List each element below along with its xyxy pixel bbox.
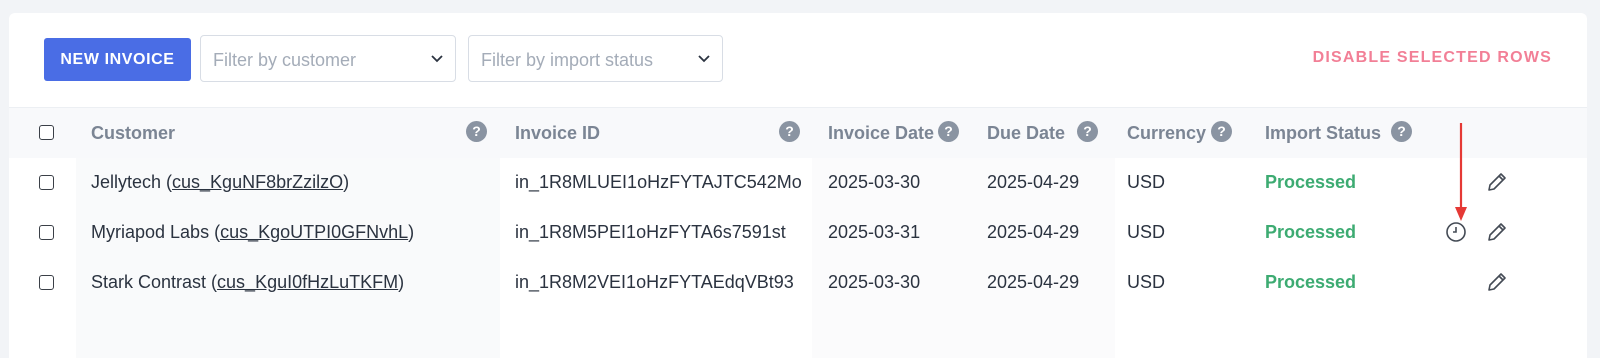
disable-selected-rows-button[interactable]: DISABLE SELECTED ROWS (1313, 49, 1552, 67)
table-row (9, 308, 1587, 358)
due-date-cell: 2025-04-29 (987, 272, 1080, 292)
invoice-id-cell: in_1R8M2VEI1oHzFYTAEdqVBt93 (515, 272, 794, 292)
table-row: Stark Contrast (cus_KguI0fHzLuTKFM) in_1… (9, 258, 1587, 309)
currency-cell: USD (1127, 272, 1166, 292)
currency-cell: USD (1127, 222, 1166, 242)
customer-paren: ) (398, 272, 405, 292)
column-header-invoice-date: Invoice Date (828, 123, 935, 143)
invoice-date-cell: 2025-03-30 (828, 272, 921, 292)
column-header-invoice-id: Invoice ID (515, 123, 601, 143)
invoices-panel: NEW INVOICE Filter by customer Filter by… (9, 13, 1587, 358)
column-header-currency: Currency (1127, 123, 1207, 143)
chevron-down-icon (698, 55, 710, 63)
invoice-id-cell: in_1R8M5PEI1oHzFYTA6s7591st (515, 222, 786, 242)
import-status-cell: Processed (1265, 222, 1357, 242)
customer-cell: Myriapod Labs (cus_KgoUTPI0GFNvhL) (91, 222, 414, 243)
import-status-filter-placeholder: Filter by import status (481, 50, 654, 70)
help-icon[interactable]: ? (938, 121, 959, 142)
currency-cell: USD (1127, 172, 1166, 192)
row-checkbox[interactable] (39, 275, 54, 290)
invoice-date-cell: 2025-03-31 (828, 222, 921, 242)
help-icon[interactable]: ? (779, 121, 800, 142)
column-header-import-status: Import Status (1265, 123, 1382, 143)
due-date-cell: 2025-04-29 (987, 222, 1080, 242)
customer-id-link[interactable]: cus_KguNF8brZzilzO (172, 172, 343, 192)
help-icon[interactable]: ? (1211, 121, 1232, 142)
customer-name: Jellytech ( (91, 172, 173, 192)
help-icon[interactable]: ? (466, 121, 487, 142)
cell-bg (812, 308, 1115, 358)
customer-filter-placeholder: Filter by customer (213, 50, 357, 70)
row-checkbox[interactable] (39, 225, 54, 240)
arrow-down-icon (1455, 123, 1467, 221)
import-status-cell: Processed (1265, 172, 1357, 192)
column-header-customer: Customer (91, 123, 176, 143)
pencil-icon[interactable] (1485, 220, 1509, 244)
help-icon[interactable]: ? (1077, 121, 1098, 142)
customer-name: Myriapod Labs ( (91, 222, 221, 242)
customer-id-link[interactable]: cus_KgoUTPI0GFNvhL (220, 222, 408, 242)
table-row: Jellytech (cus_KguNF8brZzilzO) in_1R8MLU… (9, 158, 1587, 209)
table-row: Myriapod Labs (cus_KgoUTPI0GFNvhL) in_1R… (9, 208, 1587, 259)
import-status-filter-select[interactable]: Filter by import status (468, 35, 723, 82)
customer-filter-select[interactable]: Filter by customer (200, 35, 456, 82)
new-invoice-button[interactable]: NEW INVOICE (44, 38, 191, 81)
invoice-date-cell: 2025-03-30 (828, 172, 921, 192)
customer-name: Stark Contrast ( (91, 272, 218, 292)
clock-icon[interactable] (1444, 220, 1468, 244)
help-icon[interactable]: ? (1391, 121, 1412, 142)
cell-bg (76, 308, 500, 358)
customer-id-link[interactable]: cus_KguI0fHzLuTKFM (217, 272, 398, 292)
pencil-icon[interactable] (1485, 270, 1509, 294)
customer-paren: ) (343, 172, 350, 192)
customer-cell: Jellytech (cus_KguNF8brZzilzO) (91, 172, 349, 193)
customer-cell: Stark Contrast (cus_KguI0fHzLuTKFM) (91, 272, 404, 293)
table-header: Customer ? Invoice ID ? Invoice Date ? D… (9, 107, 1587, 160)
chevron-down-icon (431, 55, 443, 63)
invoice-id-cell: in_1R8MLUEI1oHzFYTAJTC542Mo (515, 172, 802, 192)
import-status-cell: Processed (1265, 272, 1357, 292)
toolbar: NEW INVOICE Filter by customer Filter by… (9, 13, 1587, 108)
select-all-checkbox[interactable] (39, 125, 54, 140)
pencil-icon[interactable] (1485, 170, 1509, 194)
column-header-due-date: Due Date (987, 123, 1066, 143)
due-date-cell: 2025-04-29 (987, 172, 1080, 192)
row-checkbox[interactable] (39, 175, 54, 190)
customer-paren: ) (408, 222, 415, 242)
